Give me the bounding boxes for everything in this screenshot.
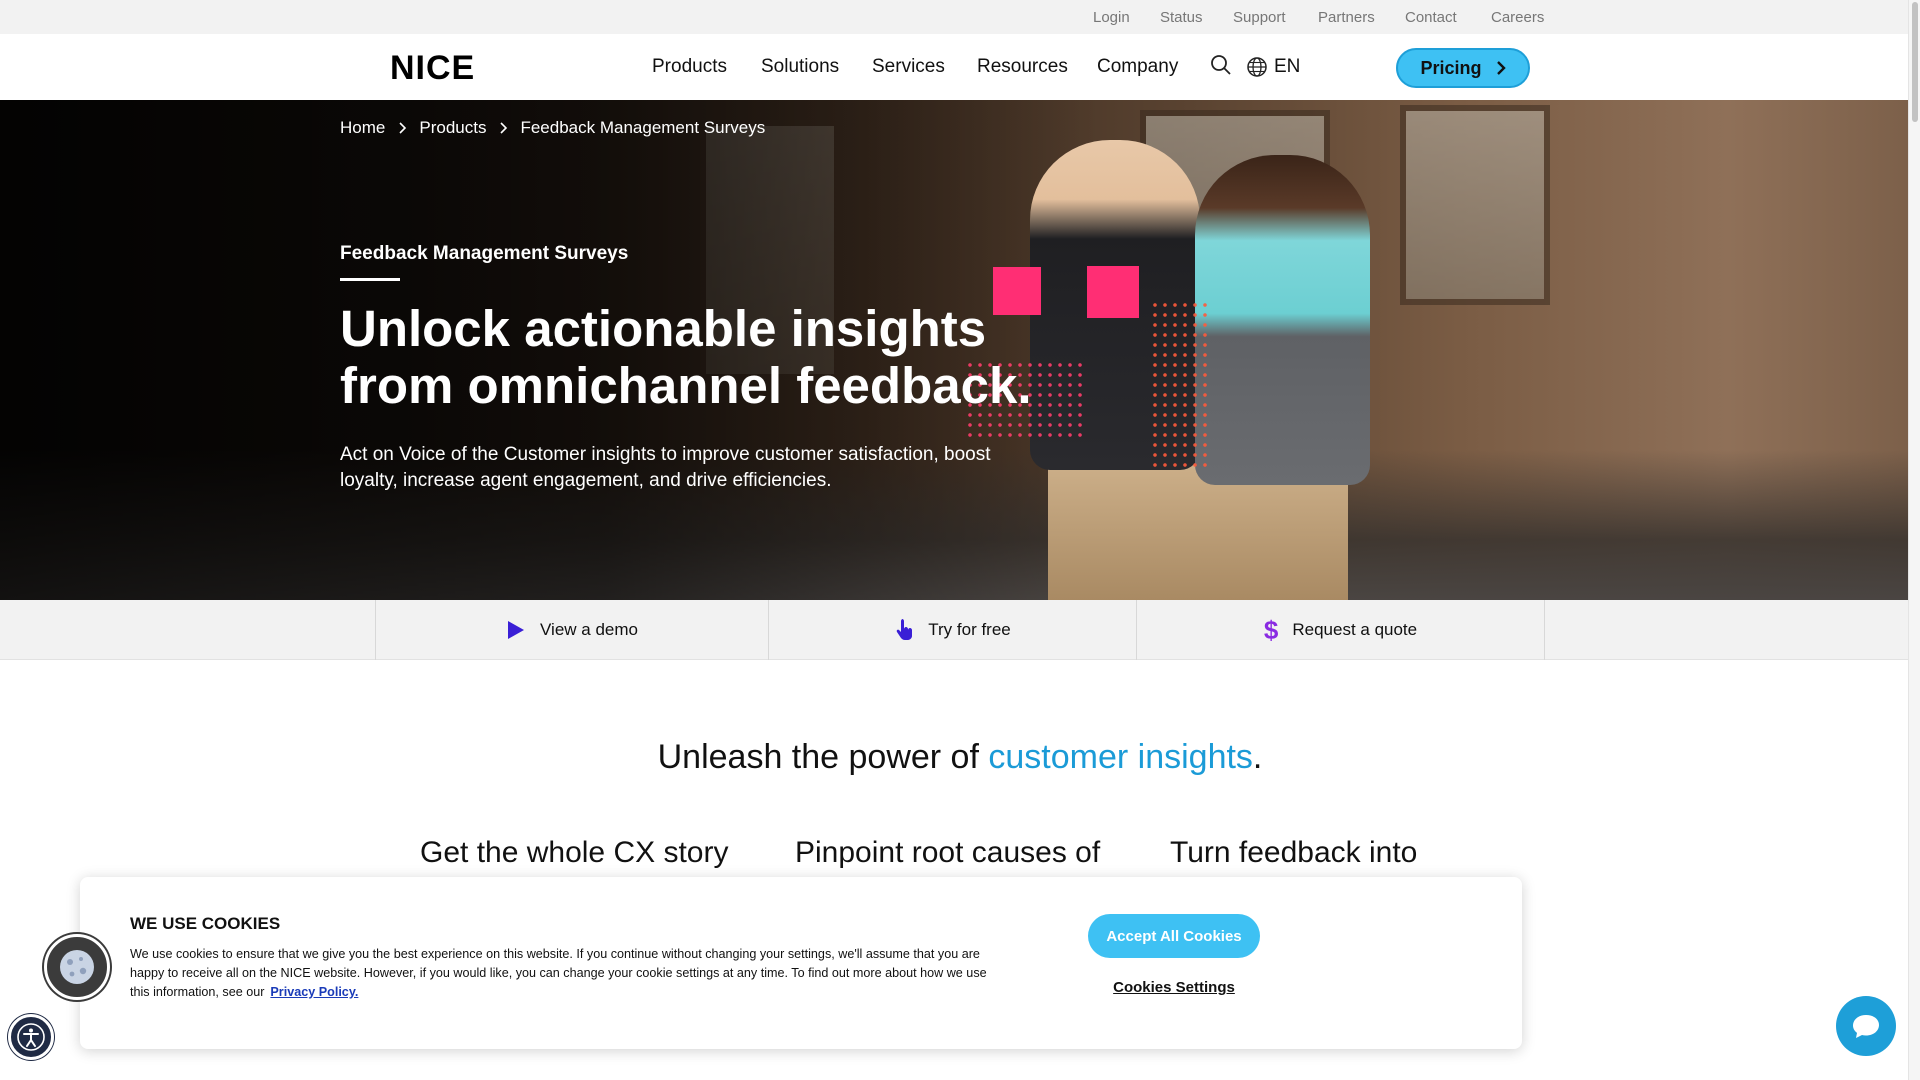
chevron-right-icon xyxy=(1496,61,1506,75)
hero-dot-pattern xyxy=(1150,300,1210,470)
cookie-banner: WE USE COOKIES We use cookies to ensure … xyxy=(80,877,1522,1049)
section-title: Unleash the power of customer insights. xyxy=(0,738,1920,777)
breadcrumb-products[interactable]: Products xyxy=(419,118,486,138)
nav-item-products[interactable]: Products xyxy=(652,56,727,78)
utility-link-login[interactable]: Login xyxy=(1093,9,1130,26)
action-divider xyxy=(1544,600,1545,660)
hero-headline: Unlock actionable insights from omnichan… xyxy=(340,300,1032,414)
view-demo-label: View a demo xyxy=(540,620,638,639)
hero-eyebrow: Feedback Management Surveys xyxy=(340,243,629,264)
search-icon[interactable] xyxy=(1210,54,1234,78)
globe-icon xyxy=(1247,57,1267,77)
accept-all-cookies-button[interactable]: Accept All Cookies xyxy=(1088,914,1260,958)
section-title-prefix: Unleash the power of xyxy=(657,738,989,776)
utility-link-careers[interactable]: Careers xyxy=(1491,9,1544,26)
utility-link-contact[interactable]: Contact xyxy=(1405,9,1457,26)
column-title: Pinpoint root causes of xyxy=(795,836,1101,869)
chat-icon[interactable] xyxy=(1836,996,1896,1056)
cookie-title: WE USE COOKIES xyxy=(130,914,281,933)
request-quote-label: Request a quote xyxy=(1292,620,1418,639)
chevron-right-icon xyxy=(500,122,508,134)
breadcrumb: Home Products Feedback Management Survey… xyxy=(340,118,765,138)
column-title: Turn feedback into xyxy=(1170,836,1418,869)
cookie-text: We use cookies to ensure that we give yo… xyxy=(130,945,995,1002)
pricing-button[interactable]: Pricing xyxy=(1396,48,1530,88)
language-label: EN xyxy=(1274,56,1301,77)
hero-pink-square xyxy=(1087,266,1139,318)
privacy-policy-link[interactable]: Privacy Policy. xyxy=(270,985,358,999)
main-nav: NICE Products Solutions Services Resourc… xyxy=(0,34,1920,100)
utility-link-partners[interactable]: Partners xyxy=(1318,9,1375,26)
try-free-button[interactable]: Try for free xyxy=(768,600,1136,660)
nav-item-solutions[interactable]: Solutions xyxy=(761,56,839,78)
section-title-suffix: . xyxy=(1252,738,1263,776)
utility-bar: Login Status Support Partners Contact Ca… xyxy=(0,0,1920,34)
nav-item-company[interactable]: Company xyxy=(1097,56,1178,78)
cookie-icon[interactable] xyxy=(44,934,110,1000)
chevron-right-icon xyxy=(399,122,407,134)
cookie-body: We use cookies to ensure that we give yo… xyxy=(130,947,987,999)
language-selector[interactable]: EN xyxy=(1246,54,1300,80)
nav-item-services[interactable]: Services xyxy=(872,56,945,78)
try-free-label: Try for free xyxy=(928,620,1011,639)
nav-item-resources[interactable]: Resources xyxy=(977,56,1068,78)
pricing-label: Pricing xyxy=(1420,57,1482,78)
pointer-hand-icon xyxy=(896,619,913,640)
utility-link-status[interactable]: Status xyxy=(1160,9,1203,26)
accessibility-icon[interactable] xyxy=(8,1014,54,1060)
section-title-accent: customer insights xyxy=(988,738,1253,776)
scrollbar[interactable] xyxy=(1908,0,1920,1080)
cookies-settings-button[interactable]: Cookies Settings xyxy=(1088,979,1260,996)
request-quote-button[interactable]: $ Request a quote xyxy=(1136,600,1544,660)
eyebrow-underline xyxy=(340,278,400,281)
hero-subhead: Act on Voice of the Customer insights to… xyxy=(340,444,991,491)
hero-person-right xyxy=(1195,155,1370,485)
scrollbar-thumb[interactable] xyxy=(1912,2,1918,122)
utility-link-support[interactable]: Support xyxy=(1233,9,1286,26)
nice-logo[interactable]: NICE xyxy=(390,49,475,88)
breadcrumb-current: Feedback Management Surveys xyxy=(520,118,766,137)
hero-window xyxy=(1400,105,1550,305)
breadcrumb-home[interactable]: Home xyxy=(340,118,385,138)
dollar-icon: $ xyxy=(1263,614,1279,645)
action-strip: View a demo Try for free $ Request a quo… xyxy=(0,600,1920,660)
view-demo-button[interactable]: View a demo xyxy=(375,600,768,660)
play-icon xyxy=(508,621,525,639)
column-title: Get the whole CX story xyxy=(420,836,729,869)
